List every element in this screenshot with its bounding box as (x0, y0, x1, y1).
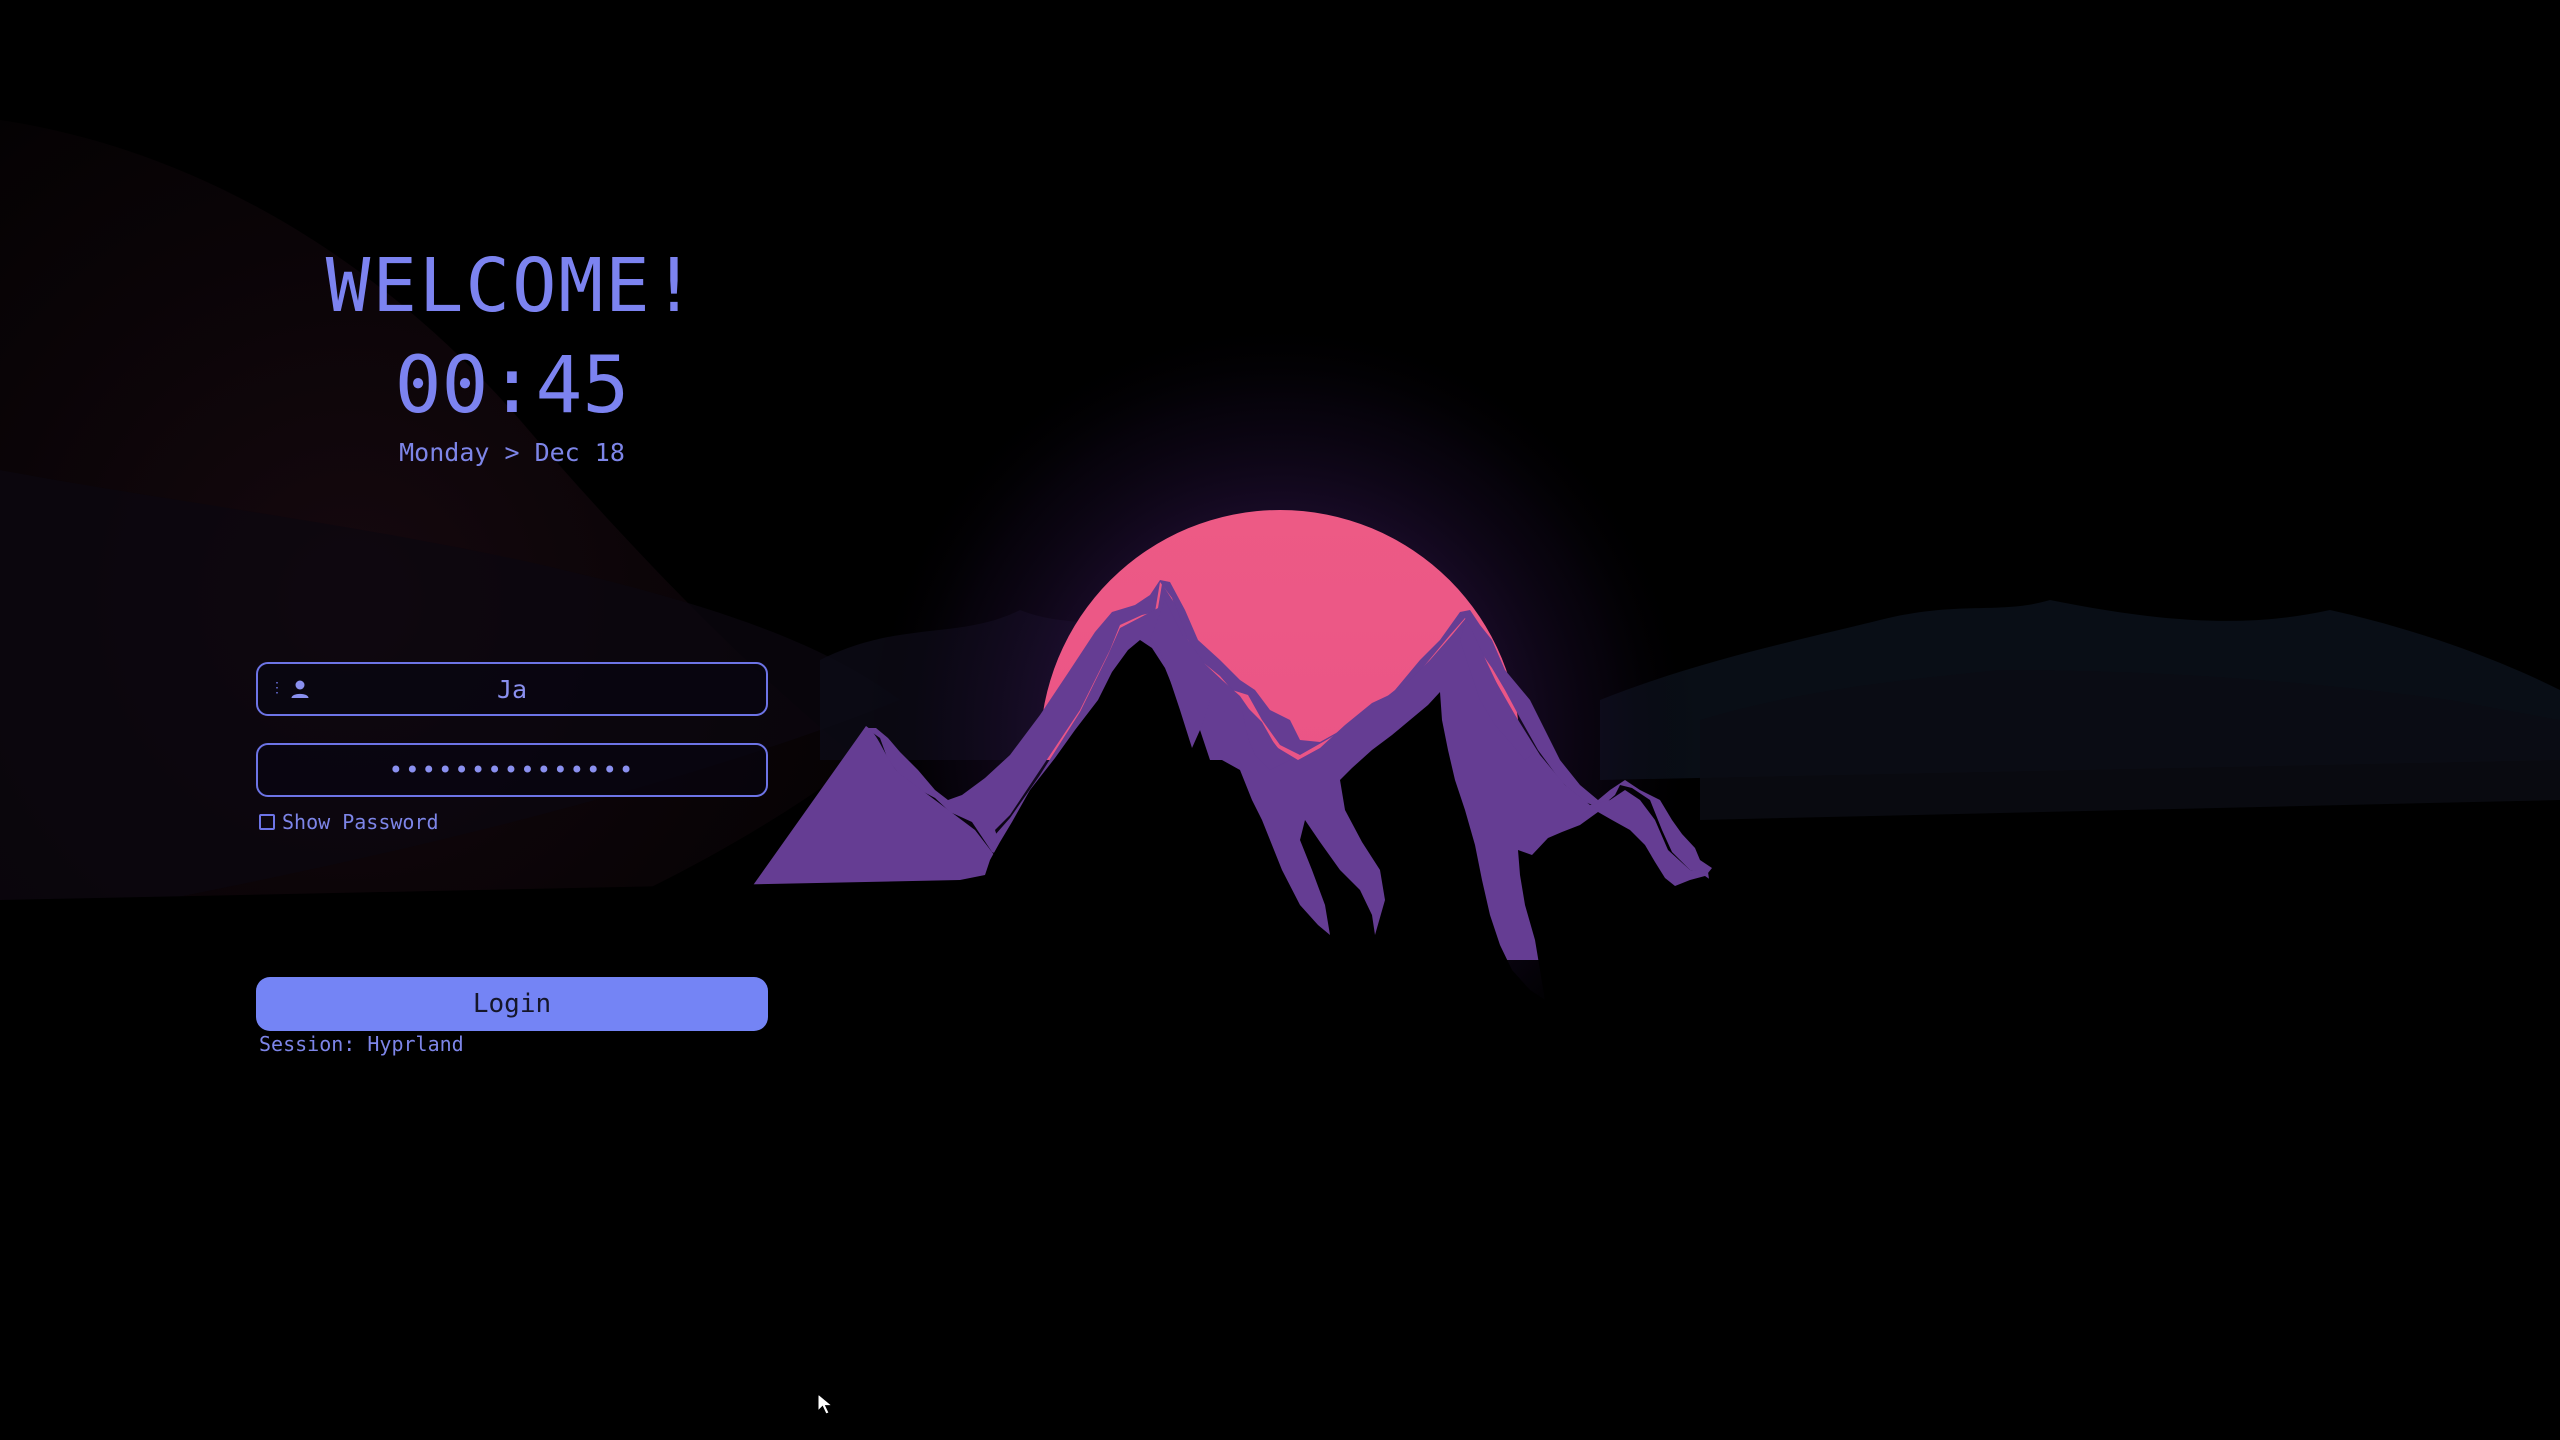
date-label: Monday > Dec 18 (399, 438, 625, 467)
show-password-checkbox[interactable] (259, 814, 275, 830)
show-password-toggle[interactable]: Show Password (259, 810, 439, 834)
username-input[interactable]: ⋮ Ja (256, 662, 768, 716)
clock: 00:45 (394, 341, 630, 431)
password-value: ••••••••••••••• (388, 756, 636, 784)
welcome-heading: WELCOME! (325, 243, 699, 329)
login-panel: WELCOME! 00:45 Monday > Dec 18 ⋮ Ja ••••… (0, 0, 2560, 1440)
mouse-cursor-icon (817, 1393, 834, 1415)
text-caret: ⋮ (270, 680, 284, 696)
login-button[interactable]: Login (256, 977, 768, 1031)
session-selector[interactable]: Session: Hyprland (259, 1031, 464, 1057)
username-value: Ja (496, 674, 528, 704)
user-icon (291, 680, 309, 698)
password-input[interactable]: ••••••••••••••• (256, 743, 768, 797)
show-password-label: Show Password (282, 810, 439, 834)
